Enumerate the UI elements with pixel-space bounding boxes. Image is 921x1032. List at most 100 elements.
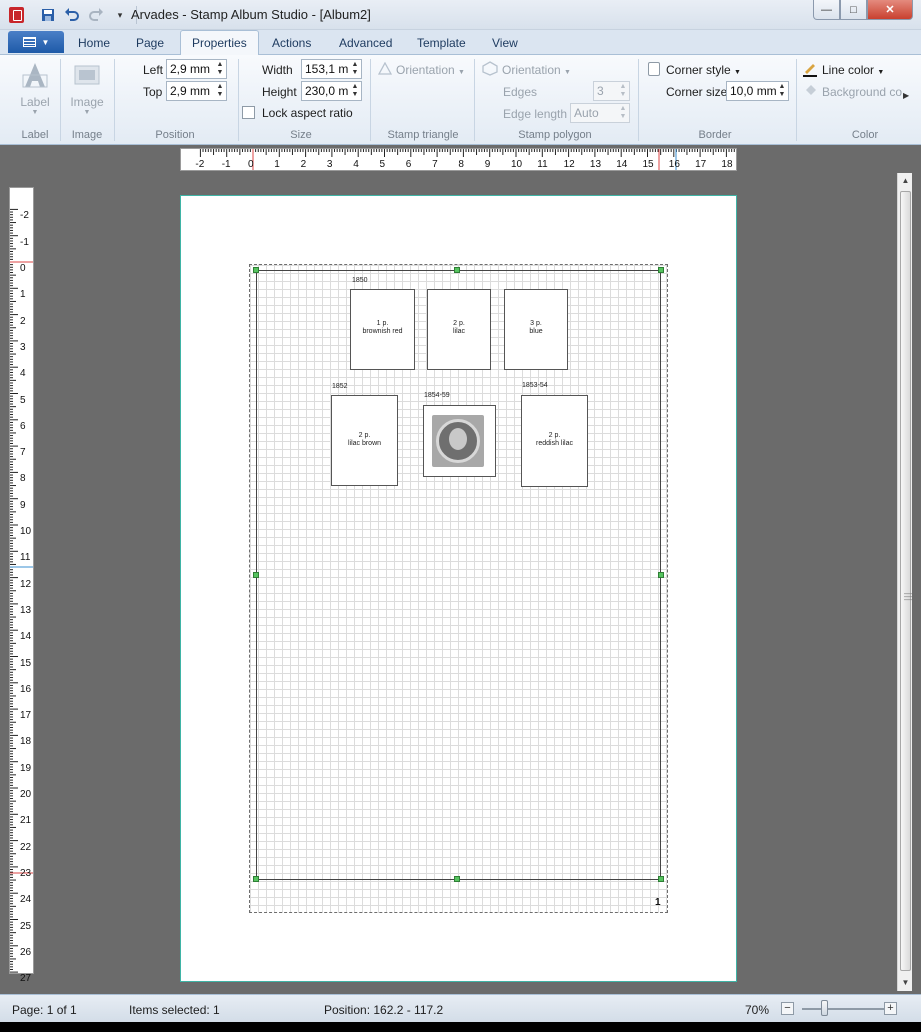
triangle-orientation-button[interactable]: Orientation ▼: [396, 63, 465, 77]
spin-arrows-icon[interactable]: ▲ ▼: [350, 61, 360, 77]
tab-page[interactable]: Page: [136, 36, 164, 50]
spin-arrows-icon[interactable]: ▲ ▼: [215, 61, 225, 77]
tab-view[interactable]: View: [492, 36, 518, 50]
zoom-out-icon[interactable]: −: [781, 1002, 794, 1015]
stamp-color: reddish lilac: [536, 440, 573, 447]
ruler-label: 22: [20, 841, 32, 853]
customize-qat-icon[interactable]: ▾: [110, 6, 130, 24]
ribbon-scroll-right-icon[interactable]: ▶: [903, 91, 909, 100]
tab-template[interactable]: Template: [417, 36, 466, 50]
image-icon: [73, 61, 101, 91]
resize-handle-top-left[interactable]: [253, 267, 259, 273]
scroll-up-icon[interactable]: ▲: [898, 173, 913, 189]
polygon-orientation-button[interactable]: Orientation ▼: [502, 63, 571, 77]
image-button[interactable]: Image ▼: [68, 61, 106, 116]
group-label-size: Size: [290, 129, 312, 141]
spin-arrows-icon[interactable]: ▲ ▼: [350, 83, 360, 99]
ruler-label: -2: [20, 210, 29, 222]
stamp-color: blue: [529, 328, 543, 335]
lock-aspect-checkbox[interactable]: [242, 106, 255, 119]
tab-actions[interactable]: Actions: [272, 36, 311, 50]
group-separator: [796, 59, 797, 141]
save-icon[interactable]: [38, 6, 58, 24]
resize-handle-right[interactable]: [658, 572, 664, 578]
vertical-scrollbar[interactable]: ▲ — — — ▼: [897, 173, 912, 991]
close-button[interactable]: ✕: [867, 0, 913, 20]
chevron-down-icon: ▼: [83, 109, 91, 116]
spin-arrows-icon[interactable]: ▲ ▼: [215, 83, 225, 99]
left-input[interactable]: 2,9 mm ▲ ▼: [166, 59, 227, 79]
edge-length-label: Edge length: [503, 107, 568, 121]
zoom-slider-track[interactable]: [802, 1008, 884, 1010]
window-title: Arvades - Stamp Album Studio - [Album2]: [131, 7, 371, 22]
chevron-down-icon: ▼: [458, 69, 465, 76]
label-button[interactable]: Label ▼: [18, 61, 52, 116]
resize-handle-bottom[interactable]: [454, 876, 460, 882]
edge-length-input[interactable]: Auto ▲ ▼: [570, 103, 630, 123]
maximize-button[interactable]: □: [840, 0, 867, 20]
ruler-label: 27: [20, 973, 32, 985]
resize-handle-bottom-left[interactable]: [253, 876, 259, 882]
spin-arrows-icon[interactable]: ▲ ▼: [618, 105, 628, 121]
ruler-label: 1: [274, 159, 280, 170]
ruler-label: 8: [458, 159, 464, 170]
chevron-down-icon: ▼: [564, 69, 571, 76]
stamp-frame[interactable]: 2 p. lilac: [427, 289, 491, 370]
corner-style-button[interactable]: Corner style ▼: [666, 63, 741, 77]
group-separator: [638, 59, 639, 141]
tab-properties[interactable]: Properties: [180, 30, 259, 56]
group-separator: [114, 59, 115, 141]
zoom-slider-thumb[interactable]: [821, 1000, 828, 1016]
chevron-down-icon: ▼: [41, 37, 50, 47]
tab-home[interactable]: Home: [78, 36, 110, 50]
line-color-button[interactable]: Line color ▼: [822, 63, 884, 77]
zoom-in-icon[interactable]: +: [884, 1002, 897, 1015]
year-label: 1853-54: [522, 382, 548, 389]
resize-handle-top-right[interactable]: [658, 267, 664, 273]
resize-handle-top[interactable]: [454, 267, 460, 273]
minimize-button[interactable]: —: [813, 0, 840, 20]
spin-arrows-icon[interactable]: ▲ ▼: [618, 83, 628, 99]
app-icon[interactable]: [9, 7, 24, 23]
resize-handle-bottom-right[interactable]: [658, 876, 664, 882]
edges-label: Edges: [503, 85, 538, 99]
stamp-frame[interactable]: 3 p. blue: [504, 289, 568, 370]
tab-advanced[interactable]: Advanced: [339, 36, 392, 50]
ruler-label: 15: [642, 159, 654, 170]
edges-value: 3: [597, 84, 604, 98]
stamp-portrait: [449, 428, 467, 450]
width-input[interactable]: 153,1 m ▲ ▼: [301, 59, 362, 79]
edges-input[interactable]: 3 ▲ ▼: [593, 81, 630, 101]
scroll-down-icon[interactable]: ▼: [898, 975, 913, 991]
year-label: 1850: [352, 277, 368, 284]
stamp-color: brownish red: [362, 328, 403, 335]
corner-size-input[interactable]: 10,0 mm ▲ ▼: [726, 81, 789, 101]
ruler-label: -1: [221, 159, 231, 170]
resize-handle-left[interactable]: [253, 572, 259, 578]
menu-icon: [22, 37, 36, 47]
ruler-label: 15: [20, 657, 32, 669]
stamp-color: lilac: [452, 328, 466, 335]
redo-icon[interactable]: [86, 6, 106, 24]
ruler-label: 23: [20, 867, 32, 879]
group-label-label: Label: [21, 129, 49, 141]
ruler-label: 12: [20, 578, 32, 590]
undo-icon[interactable]: [62, 6, 82, 24]
application-menu-button[interactable]: ▼: [8, 31, 64, 53]
stamp-picture[interactable]: [432, 415, 484, 467]
spin-arrows-icon[interactable]: ▲ ▼: [777, 83, 787, 99]
height-input[interactable]: 230,0 m ▲ ▼: [301, 81, 362, 101]
scroll-thumb[interactable]: — — —: [900, 191, 912, 971]
top-label: Top: [143, 85, 163, 99]
ruler-label: 18: [721, 159, 733, 170]
stamp-frame[interactable]: 2 p. lilac brown: [331, 395, 398, 486]
ruler-label: 13: [20, 604, 32, 616]
background-color-button[interactable]: Background co: [822, 85, 902, 99]
year-label: 1854-59: [424, 392, 450, 399]
top-input[interactable]: 2,9 mm ▲ ▼: [166, 81, 227, 101]
ribbon-tabs: ▼ Home Page Properties Actions Advanced …: [0, 30, 921, 56]
ruler-label: 3: [20, 341, 26, 353]
stamp-frame[interactable]: 2 p. reddish lilac: [521, 395, 588, 487]
ruler-label: 17: [695, 159, 707, 170]
stamp-frame[interactable]: 1 p. brownish red: [350, 289, 415, 370]
